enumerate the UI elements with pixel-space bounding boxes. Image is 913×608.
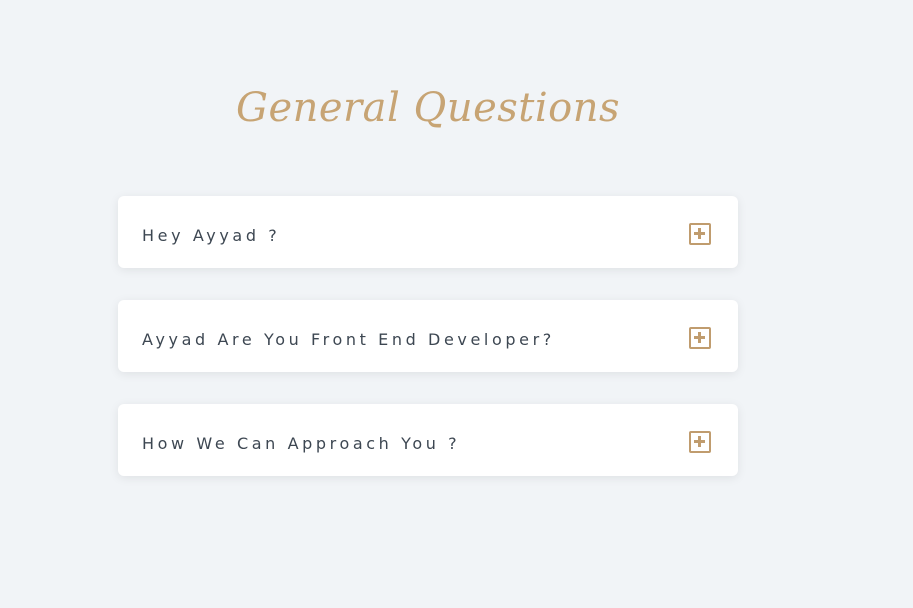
plus-vertical-bar xyxy=(698,331,701,343)
plus-square-icon[interactable] xyxy=(689,223,711,245)
plus-vertical-bar xyxy=(698,227,701,239)
faq-item-3[interactable]: How We Can Approach You ? xyxy=(118,404,738,476)
faq-title: General Questions xyxy=(235,85,621,131)
faq-item-2[interactable]: Ayyad Are You Front End Developer? xyxy=(118,300,738,372)
faq-question-2: Ayyad Are You Front End Developer? xyxy=(142,330,555,349)
plus-vertical-bar xyxy=(698,435,701,447)
faq-question-1: Hey Ayyad ? xyxy=(142,226,281,245)
plus-square-icon[interactable] xyxy=(689,327,711,349)
faq-question-3: How We Can Approach You ? xyxy=(142,434,461,453)
faq-item-1[interactable]: Hey Ayyad ? xyxy=(118,196,738,268)
faq-section: General Questions Hey Ayyad ? Ayyad Are … xyxy=(0,0,913,608)
plus-square-icon[interactable] xyxy=(689,431,711,453)
